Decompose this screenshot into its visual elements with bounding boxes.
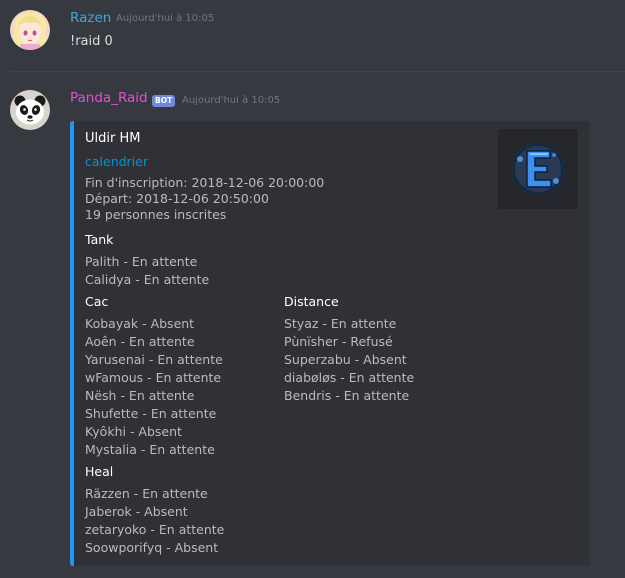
list-item: Nësh - En attente bbox=[85, 388, 195, 403]
list-item: Superzabu - Absent bbox=[284, 352, 407, 367]
embed-description-inscription: Fin d'inscription: 2018-12-06 20:00:00 bbox=[85, 175, 325, 190]
list-item: Mystalia - En attente bbox=[85, 442, 215, 457]
field-name-cac: Cac bbox=[85, 294, 109, 309]
timestamp-panda-raid: Aujourd'hui à 10:05 bbox=[182, 95, 281, 106]
message-divider bbox=[10, 71, 625, 72]
avatar-razen[interactable] bbox=[10, 10, 50, 50]
list-item: Jaberok - Absent bbox=[85, 504, 188, 519]
list-item: Yarusenai - En attente bbox=[85, 352, 223, 367]
avatar-panda-raid[interactable] bbox=[10, 90, 50, 130]
field-name-heal: Heal bbox=[85, 464, 114, 479]
list-item: Shufette - En attente bbox=[85, 406, 217, 421]
embed-description-depart: Départ: 2018-12-06 20:50:00 bbox=[85, 191, 269, 206]
list-item: Räzzen - En attente bbox=[85, 486, 208, 501]
timestamp-razen: Aujourd'hui à 10:05 bbox=[116, 13, 215, 24]
embed-title: Uldir HM bbox=[85, 131, 141, 146]
field-name-distance: Distance bbox=[284, 294, 339, 309]
field-name-tank: Tank bbox=[85, 232, 114, 247]
message-content: !raid 0 bbox=[70, 34, 113, 49]
bot-tag: BOT bbox=[152, 95, 176, 107]
list-item: diabøløs - En attente bbox=[284, 370, 415, 385]
list-item: Soowporifyq - Absent bbox=[85, 540, 219, 555]
field-value-distance: Styaz - En attente Pùnïsher - Refusé Sup… bbox=[284, 315, 414, 405]
list-item: Kobayak - Absent bbox=[85, 316, 195, 331]
username-panda-raid[interactable]: Panda_Raid bbox=[70, 90, 148, 106]
field-value-heal: Räzzen - En attente Jaberok - Absent zet… bbox=[85, 485, 224, 557]
list-item: Bendris - En attente bbox=[284, 388, 410, 403]
list-item: Pùnïsher - Refusé bbox=[284, 334, 393, 349]
username-razen[interactable]: Razen bbox=[70, 10, 111, 26]
emblem-e-icon bbox=[498, 129, 578, 209]
field-value-tank: Palith - En attente Calidya - En attente bbox=[85, 253, 209, 289]
raid-embed: Uldir HM calendrier Fin d'inscription: 2… bbox=[70, 121, 590, 566]
list-item: Palith - En attente bbox=[85, 254, 198, 269]
list-item: wFamous - En attente bbox=[85, 370, 222, 385]
embed-description-count: 19 personnes inscrites bbox=[85, 207, 227, 222]
list-item: Calidya - En attente bbox=[85, 272, 210, 287]
list-item: Styaz - En attente bbox=[284, 316, 397, 331]
list-item: Kyôkhi - Absent bbox=[85, 424, 182, 439]
field-value-cac: Kobayak - Absent Aoên - En attente Yarus… bbox=[85, 315, 223, 459]
embed-thumbnail[interactable] bbox=[498, 129, 578, 209]
calendrier-link[interactable]: calendrier bbox=[85, 154, 148, 169]
list-item: zetaryoko - En attente bbox=[85, 522, 225, 537]
list-item: Aoên - En attente bbox=[85, 334, 195, 349]
